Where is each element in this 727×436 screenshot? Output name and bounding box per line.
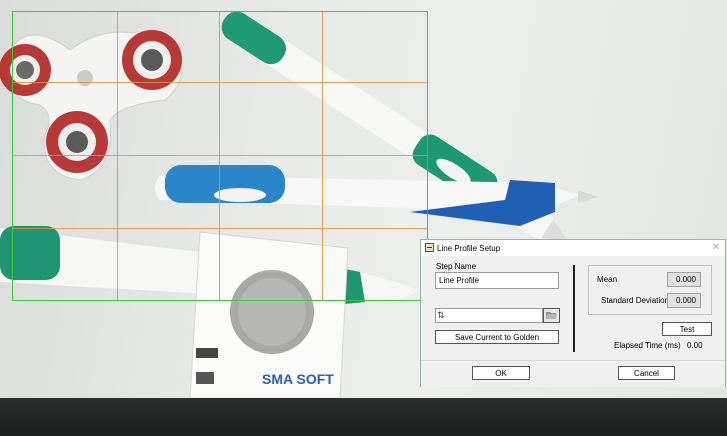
std-dev-value: 0.000 [667,293,701,308]
roi-grid-line [117,12,118,300]
save-current-to-golden-button[interactable]: Save Current to Golden [435,330,559,344]
sort-icon: ⇅ [437,310,445,320]
dialog-title: Line Profile Setup [437,244,501,253]
std-dev-label: Standard Deviation [601,296,670,305]
roi-grid-line [219,12,220,300]
roi-rectangle[interactable] [12,11,428,301]
folder-icon [546,312,557,319]
close-icon[interactable]: ✕ [712,242,720,253]
browse-folder-button[interactable] [543,308,560,323]
camera-bottom-bar [0,398,727,436]
roi-grid-line [13,228,427,229]
step-name-label: Step Name [436,262,477,271]
card-logo-text: SMA SOFT [262,371,334,387]
dialog-button-bar [421,360,725,387]
roi-grid-line [322,12,323,300]
line-profile-setup-dialog: Line Profile Setup ✕ Step Name Line Prof… [420,239,726,387]
mean-label: Mean [597,275,618,284]
elapsed-time-value: 0.00 [687,341,703,350]
app-icon [425,243,434,252]
step-name-field[interactable]: Line Profile [435,272,559,289]
elapsed-time-label: Elapsed Time (ms) [614,341,681,350]
roi-grid-line [13,155,427,156]
ok-button[interactable]: OK [472,366,530,380]
cancel-button[interactable]: Cancel [618,366,675,380]
mean-value: 0.000 [667,272,701,287]
vertical-separator [573,265,575,352]
roi-grid-line [13,82,427,83]
test-button[interactable]: Test [662,322,712,336]
dialog-titlebar[interactable]: Line Profile Setup ✕ [421,240,725,257]
path-field[interactable] [435,308,543,323]
